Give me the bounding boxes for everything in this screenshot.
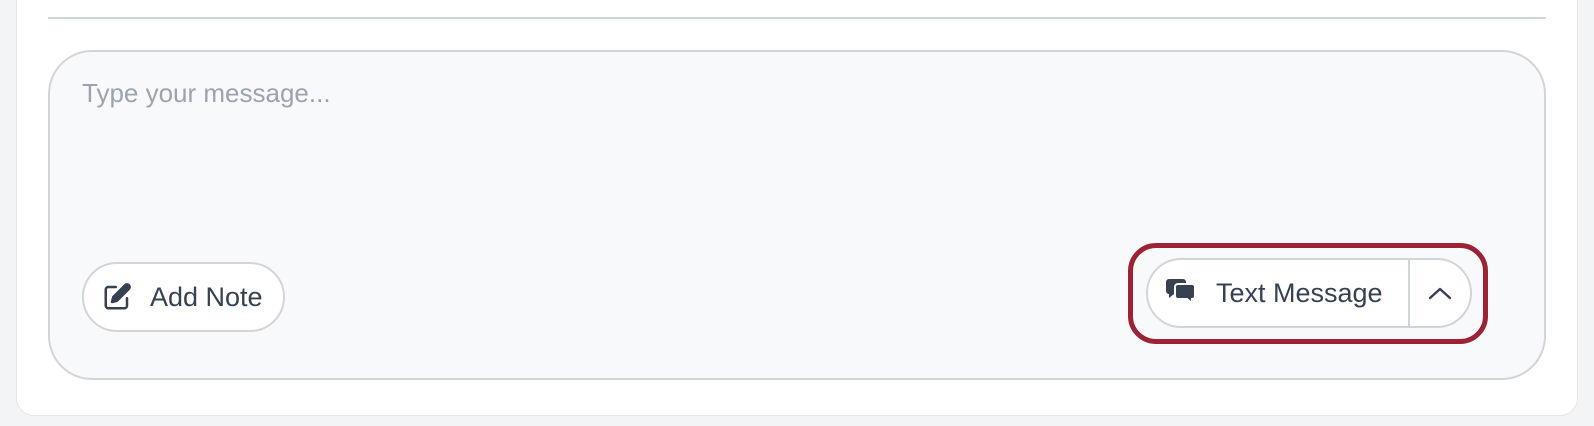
- send-mode-split-button: Text Message: [1146, 258, 1472, 328]
- add-note-button[interactable]: Add Note: [82, 262, 285, 332]
- edit-icon: [102, 282, 132, 312]
- chat-bubbles-icon: [1164, 278, 1196, 308]
- divider: [48, 17, 1546, 19]
- add-note-label: Add Note: [150, 281, 263, 312]
- send-mode-toggle-button[interactable]: [1410, 260, 1470, 326]
- text-message-label: Text Message: [1216, 277, 1383, 308]
- message-input[interactable]: [82, 78, 1502, 238]
- chevron-up-icon: [1427, 285, 1453, 301]
- text-message-button[interactable]: Text Message: [1148, 260, 1408, 326]
